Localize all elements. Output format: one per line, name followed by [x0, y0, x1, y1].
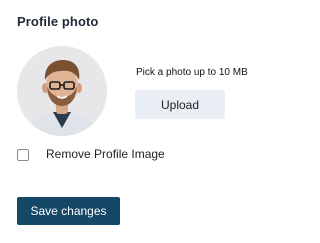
- upload-button[interactable]: Upload: [135, 90, 225, 119]
- avatar: [17, 46, 107, 136]
- section-title: Profile photo: [17, 14, 99, 29]
- upload-size-hint: Pick a photo up to 10 MB: [136, 67, 248, 78]
- profile-photo-panel: Profile photo Pick a photo up to 10 MB U…: [0, 0, 269, 243]
- avatar-image: [17, 46, 107, 136]
- remove-profile-image-label[interactable]: Remove Profile Image: [46, 147, 165, 161]
- remove-profile-image-checkbox[interactable]: [17, 149, 29, 161]
- save-changes-button[interactable]: Save changes: [17, 197, 120, 225]
